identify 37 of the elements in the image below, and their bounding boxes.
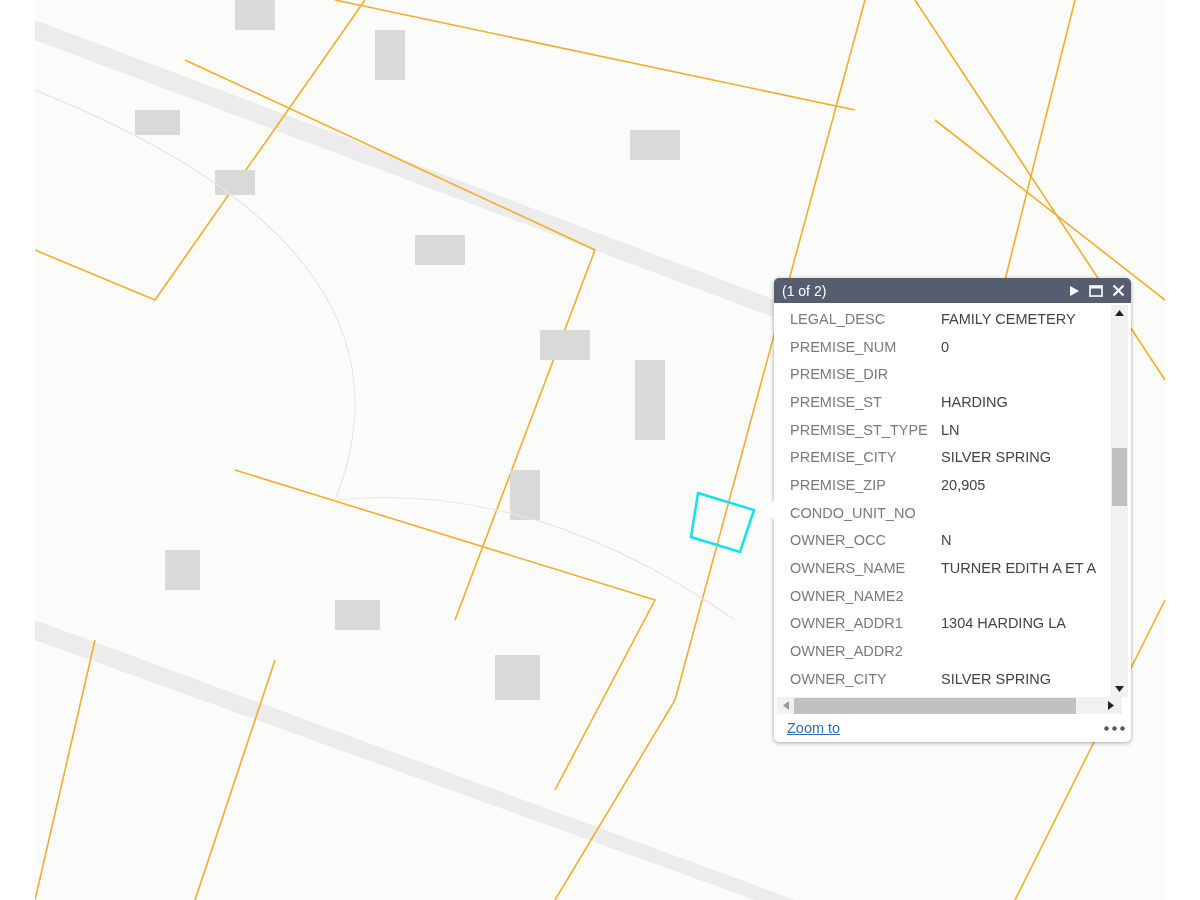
- field-value: FAMILY CEMETERY: [941, 310, 1076, 327]
- field-value: SILVER SPRING: [941, 449, 1052, 466]
- field-label: PREMISE_ST_TYPE: [790, 421, 929, 438]
- field-label: LEGAL_DESC: [790, 310, 887, 327]
- field-value: SILVER SPRING: [941, 670, 1052, 687]
- zoom-to-link[interactable]: Zoom to: [787, 720, 841, 736]
- vertical-scrollbar[interactable]: [1111, 305, 1128, 697]
- field-label: PREMISE_NUM: [790, 338, 898, 355]
- field-label: OWNER_OCC: [790, 532, 887, 549]
- next-icon[interactable]: [1068, 284, 1080, 297]
- field-label: PREMISE_CITY: [790, 449, 898, 466]
- field-value: 1304 HARDING LA: [941, 615, 1066, 632]
- scroll-thumb[interactable]: [1112, 448, 1127, 506]
- field-value: HARDING: [941, 393, 1008, 410]
- field-value: 20,905: [941, 476, 986, 493]
- more-icon[interactable]: [1104, 725, 1125, 731]
- field-label: OWNER_ADDR2: [790, 643, 904, 660]
- field-label: OWNERS_NAME: [790, 560, 907, 577]
- scroll-down-icon[interactable]: [1115, 686, 1124, 692]
- popup-title: (1 of 2): [782, 282, 827, 299]
- field-label: OWNER_CITY: [790, 670, 888, 687]
- field-label: OWNER_ADDR1: [790, 615, 904, 632]
- scroll-up-icon[interactable]: [1115, 310, 1124, 316]
- maximize-icon[interactable]: [1089, 284, 1103, 297]
- field-label: PREMISE_DIR: [790, 366, 890, 383]
- field-label: PREMISE_ST: [790, 393, 883, 410]
- scroll-right-icon[interactable]: [1108, 701, 1114, 710]
- field-value: TURNER EDITH A ET A: [941, 560, 1097, 577]
- field-value: LN: [941, 421, 960, 438]
- field-label: PREMISE_ZIP: [790, 476, 887, 493]
- field-label: OWNER_NAME2: [790, 587, 905, 604]
- close-icon[interactable]: [1112, 284, 1125, 297]
- field-value: N: [941, 532, 952, 549]
- scroll-thumb[interactable]: [794, 697, 1076, 714]
- horizontal-scrollbar[interactable]: [777, 697, 1122, 714]
- field-value: 0: [941, 338, 950, 355]
- field-label: CONDO_UNIT_NO: [790, 504, 917, 521]
